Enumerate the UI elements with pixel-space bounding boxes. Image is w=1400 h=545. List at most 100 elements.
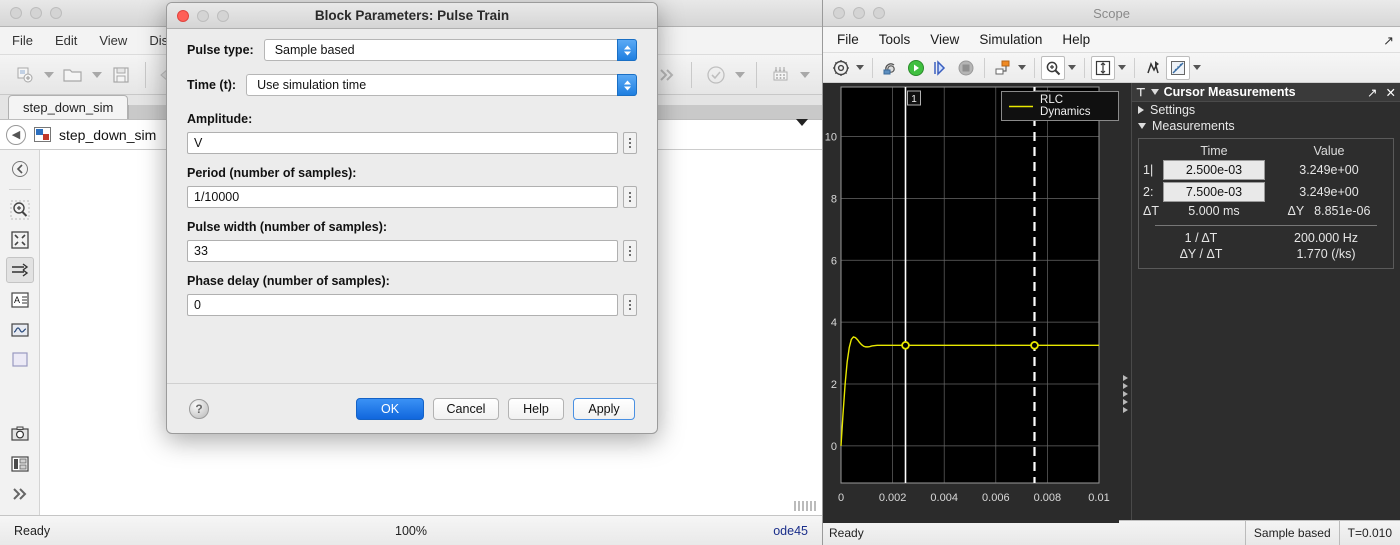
help-button[interactable]: Help	[508, 397, 564, 420]
scope-toolbar-separator	[872, 57, 873, 78]
pulse-width-input[interactable]: 33	[187, 240, 618, 262]
amplitude-input[interactable]: V	[187, 132, 618, 154]
library-icon[interactable]	[6, 451, 34, 477]
apply-button[interactable]: Apply	[573, 397, 635, 420]
cursor-measurements-icon[interactable]	[1141, 56, 1165, 80]
scope-status-mode: Sample based	[1244, 521, 1339, 545]
dialog-titlebar: Block Parameters: Pulse Train	[167, 3, 657, 29]
help-circle-icon[interactable]: ?	[189, 398, 209, 419]
delta-t-label: ΔT	[1143, 204, 1159, 218]
new-model-dropdown-icon[interactable]	[42, 61, 56, 89]
menubar-expand-icon[interactable]: ↗	[1383, 33, 1394, 49]
fit-to-view-icon[interactable]	[1091, 55, 1115, 80]
scope-menu-simulation[interactable]: Simulation	[979, 32, 1042, 47]
breadcrumb-back-icon[interactable]: ◀	[6, 124, 26, 145]
config-dropdown-icon[interactable]	[854, 56, 866, 80]
svg-text:10: 10	[825, 132, 837, 144]
fit-dropdown-icon[interactable]	[1116, 56, 1128, 80]
breadcrumb-dropdown-icon[interactable]	[796, 118, 808, 144]
annotation-icon[interactable]: A	[6, 287, 34, 313]
pulse-type-stepper[interactable]	[617, 39, 637, 61]
maximize-button[interactable]	[50, 7, 62, 19]
open-model-icon[interactable]	[58, 61, 88, 89]
period-label: Period (number of samples):	[187, 166, 357, 180]
delta-y-label: ΔY	[1287, 204, 1305, 218]
cursor-2-time[interactable]: 7.500e-03	[1163, 182, 1265, 202]
slope-value: 1.770 (/ks)	[1296, 247, 1356, 261]
panel-collapse-icon[interactable]	[1150, 89, 1159, 95]
cursor-2-index: 2	[1143, 185, 1150, 199]
zoom-in-icon[interactable]	[6, 197, 34, 223]
zoom-dropdown-icon[interactable]	[1066, 56, 1078, 80]
settings-section-toggle[interactable]: Settings	[1132, 102, 1400, 118]
amplitude-more-icon[interactable]	[623, 132, 637, 154]
plot-pane[interactable]: 0246810 00.0020.0040.0060.0080.01 12 RLC…	[823, 83, 1119, 523]
scope-menu-tools[interactable]: Tools	[879, 32, 911, 47]
save-model-icon[interactable]	[106, 61, 136, 89]
period-input[interactable]: 1/10000	[187, 186, 618, 208]
config-properties-icon[interactable]	[829, 56, 853, 80]
fit-to-view-icon[interactable]	[6, 227, 34, 253]
measurements-section-toggle[interactable]: Measurements	[1132, 118, 1400, 134]
field-time-source: Time (t): Use simulation time	[187, 74, 637, 96]
measurements-dropdown-icon[interactable]	[1191, 56, 1203, 80]
minimize-button[interactable]	[30, 7, 42, 19]
amplitude-label: Amplitude:	[187, 112, 253, 126]
window-controls[interactable]	[10, 7, 62, 19]
period-more-icon[interactable]	[623, 186, 637, 208]
field-pulse-width: Pulse width (number of samples): 33	[187, 220, 637, 262]
cursor-1-time[interactable]: 2.500e-03	[1163, 160, 1265, 180]
tab-step-down-sim[interactable]: step_down_sim	[8, 95, 129, 119]
camera-icon[interactable]	[6, 421, 34, 447]
screen-root: File Edit View Display	[0, 0, 1400, 545]
menu-file[interactable]: File	[12, 33, 33, 48]
phase-delay-input[interactable]: 0	[187, 294, 618, 316]
blank-block-icon[interactable]	[6, 347, 34, 373]
scope-menu-help[interactable]: Help	[1062, 32, 1090, 47]
panel-undock-icon[interactable]: ↗	[1367, 85, 1377, 100]
scope-title: Scope	[1093, 5, 1130, 21]
phase-delay-more-icon[interactable]	[623, 294, 637, 316]
time-source-label: Time (t):	[187, 78, 237, 92]
menu-edit[interactable]: Edit	[55, 33, 77, 48]
close-button[interactable]	[10, 7, 22, 19]
plot-legend[interactable]: RLC Dynamics	[1001, 91, 1119, 121]
cancel-button[interactable]: Cancel	[433, 397, 499, 420]
panel-close-icon[interactable]: ✕	[1386, 85, 1396, 100]
stop-icon[interactable]	[954, 56, 978, 80]
pulse-type-value[interactable]: Sample based	[263, 39, 617, 61]
zoom-in-icon[interactable]	[1041, 55, 1065, 80]
time-source-value[interactable]: Use simulation time	[246, 74, 617, 96]
scope-menu-file[interactable]: File	[837, 32, 859, 47]
print-icon[interactable]	[879, 56, 903, 80]
step-forward-icon[interactable]	[929, 56, 953, 80]
pulse-width-more-icon[interactable]	[623, 240, 637, 262]
update-diagram-icon[interactable]	[701, 61, 731, 89]
layout-dropdown-icon[interactable]	[1016, 56, 1028, 80]
open-model-dropdown-icon[interactable]	[90, 61, 104, 89]
menu-view[interactable]: View	[99, 33, 127, 48]
scope-viewer-icon[interactable]	[6, 317, 34, 343]
block-parameters-dialog: Block Parameters: Pulse Train Pulse type…	[166, 2, 658, 434]
back-arrow-icon[interactable]	[6, 156, 34, 182]
run-icon[interactable]	[904, 56, 928, 80]
panel-dock-icon[interactable]: ⊤	[1136, 86, 1146, 99]
signal-routing-icon[interactable]	[5, 257, 34, 283]
sample-time-grid-icon[interactable]	[766, 61, 796, 89]
settings-label: Settings	[1150, 103, 1196, 117]
scope-menu-view[interactable]: View	[930, 32, 959, 47]
new-model-icon[interactable]	[10, 61, 40, 89]
panel-splitter[interactable]	[1119, 83, 1131, 520]
expand-chevrons-icon[interactable]	[6, 481, 34, 507]
measurements-icon[interactable]	[1166, 55, 1190, 80]
time-source-stepper[interactable]	[617, 74, 637, 96]
layout-icon[interactable]	[991, 56, 1015, 80]
ok-button[interactable]: OK	[356, 397, 424, 420]
cursor-panel-header: ⊤ Cursor Measurements ↗ ✕	[1132, 83, 1400, 102]
update-dropdown-icon[interactable]	[733, 61, 747, 89]
scope-status-state: Ready	[829, 526, 864, 540]
resize-grip[interactable]	[794, 501, 816, 511]
scope-plot[interactable]: 0246810 00.0020.0040.0060.0080.01 12	[823, 83, 1119, 523]
cursor-2-value: 3.249e+00	[1299, 185, 1359, 199]
sample-time-dropdown-icon[interactable]	[798, 61, 812, 89]
